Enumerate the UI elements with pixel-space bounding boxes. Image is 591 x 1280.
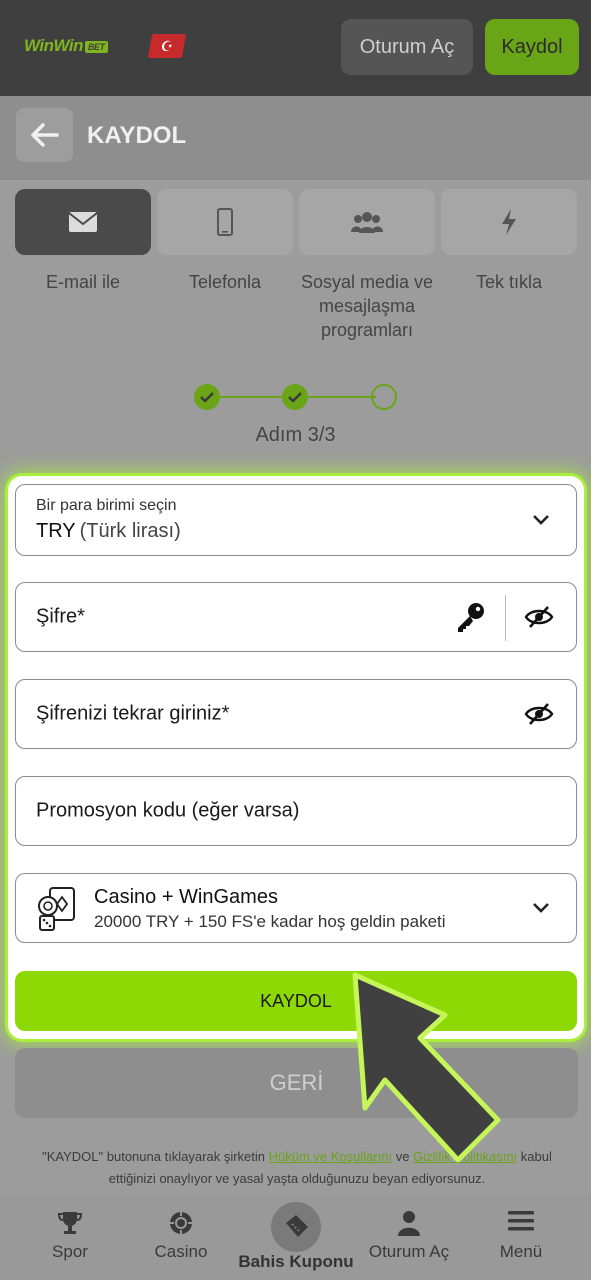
tab-social[interactable] (299, 189, 435, 255)
page-titlebar: KAYDOL (0, 96, 591, 180)
login-button[interactable]: Oturum Aç (341, 19, 473, 75)
password-placeholder: Şifre* (36, 605, 85, 628)
currency-name: (Türk lirası) (79, 520, 181, 542)
check-icon (200, 392, 214, 403)
back-button[interactable]: GERİ (15, 1048, 578, 1118)
field-divider (505, 595, 506, 641)
casino-cards-icon (38, 887, 75, 931)
check-icon (288, 392, 302, 403)
chevron-down-icon (533, 515, 549, 525)
lightning-icon (502, 209, 516, 235)
tab-one-click[interactable] (441, 189, 577, 255)
promo-code-field[interactable]: Promosyon kodu (eğer varsa) (15, 776, 577, 846)
tab-label-social: Sosyal media ve mesajlaşma programları (300, 272, 434, 340)
privacy-link[interactable]: Gizlilik Politikasını (413, 1149, 517, 1164)
bottom-navigation: Spor Casino Bahis Kuponu Oturum Aç Menü (0, 1194, 591, 1280)
envelope-icon (68, 212, 98, 232)
tab-phone[interactable] (157, 189, 293, 255)
step-connector (218, 396, 288, 398)
nav-login[interactable]: Oturum Aç (350, 1194, 468, 1280)
page-title: KAYDOL (87, 122, 187, 149)
eye-hidden-icon[interactable] (524, 702, 554, 726)
phone-icon (217, 208, 233, 236)
nav-sports[interactable]: Spor (11, 1194, 129, 1280)
currency-select-label: Bir para birimi seçin (36, 497, 177, 514)
promo-code-placeholder: Promosyon kodu (eğer varsa) (36, 799, 300, 822)
step-indicator-text: Adım 3/3 (255, 424, 336, 446)
currency-select[interactable]: Bir para birimi seçin TRY (Türk lirası) (15, 484, 577, 556)
nav-menu[interactable]: Menü (462, 1194, 580, 1280)
hamburger-icon (508, 1211, 534, 1231)
eye-hidden-icon[interactable] (524, 605, 554, 629)
nav-casino[interactable]: Casino (122, 1194, 240, 1280)
submit-register-button[interactable]: KAYDOL (15, 971, 577, 1031)
password-repeat-field[interactable]: Şifrenizi tekrar giriniz* (15, 679, 577, 749)
users-icon (351, 212, 383, 233)
arrow-left-icon (30, 123, 59, 147)
step-current-dot (371, 384, 397, 410)
tab-label-one-click: Tek tıkla (475, 272, 543, 292)
password-field[interactable]: Şifre* (15, 582, 577, 652)
ticket-icon (286, 1215, 308, 1237)
bonus-subtitle: 20000 TRY + 150 FS'e kadar hoş geldin pa… (94, 912, 446, 931)
tab-email[interactable] (15, 189, 151, 255)
back-arrow-button[interactable] (16, 108, 73, 162)
top-header: WinWin BET ☪ Oturum Aç Kaydol (0, 0, 591, 96)
step-complete-dot (282, 384, 308, 410)
bonus-select[interactable]: Casino + WinGames 20000 TRY + 150 FS'e k… (15, 873, 577, 943)
registration-form: Bir para birimi seçin TRY (Türk lirası) Ş… (8, 476, 584, 1039)
step-complete-dot (194, 384, 220, 410)
trophy-icon (57, 1212, 83, 1234)
tab-label-email: E-mail ile (45, 272, 120, 292)
nav-bet-slip[interactable]: Bahis Kuponu (237, 1194, 355, 1280)
casino-chip-icon (170, 1212, 192, 1234)
register-button[interactable]: Kaydol (485, 19, 579, 75)
user-icon (398, 1211, 420, 1236)
password-repeat-placeholder: Şifrenizi tekrar giriniz* (36, 702, 230, 725)
terms-link[interactable]: Hüküm ve Koşullarını (269, 1149, 393, 1164)
key-icon[interactable] (454, 601, 486, 633)
turkey-flag-icon[interactable]: ☪ (147, 34, 187, 58)
currency-code: TRY (36, 520, 76, 542)
brand-logo[interactable]: WinWin BET (24, 36, 108, 56)
terms-text: "KAYDOL" butonuna tıklayarak şirketin Hü… (42, 1149, 552, 1186)
step-connector (308, 396, 376, 398)
tab-label-phone: Telefonla (188, 272, 262, 292)
bonus-title: Casino + WinGames (94, 886, 278, 908)
chevron-down-icon (533, 903, 549, 913)
